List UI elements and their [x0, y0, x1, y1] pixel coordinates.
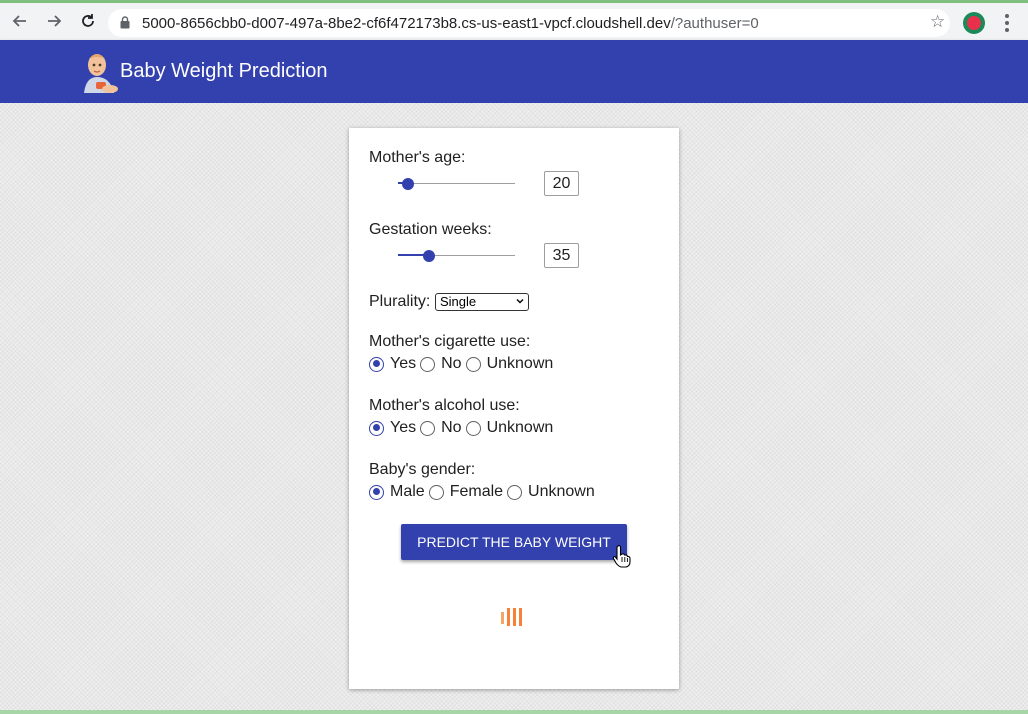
cigarette-use-radio-group: Yes No Unknown — [369, 354, 557, 374]
cigarette-option-unknown[interactable]: Unknown — [465, 355, 554, 373]
mother-age-slider[interactable] — [398, 176, 515, 192]
gender-option-unknown[interactable]: Unknown — [507, 483, 595, 501]
option-label: Male — [390, 483, 425, 500]
plurality-label: Plurality: — [369, 293, 431, 310]
app-header: Baby Weight Prediction — [0, 40, 1028, 103]
gestation-weeks-slider[interactable] — [398, 248, 515, 264]
loading-spinner-icon — [501, 608, 522, 626]
reload-icon[interactable] — [76, 9, 100, 33]
option-label: Female — [449, 483, 504, 500]
mother-age-input[interactable]: 20 — [544, 171, 579, 196]
alcohol-use-radio-group: Yes No Unknown — [369, 418, 557, 438]
plurality-select[interactable]: Single — [435, 293, 529, 311]
forward-arrow-icon[interactable] — [42, 9, 66, 33]
option-label: Yes — [390, 355, 417, 372]
option-label: Yes — [390, 419, 417, 436]
radio-unchecked-icon[interactable] — [420, 356, 436, 372]
gestation-weeks-label: Gestation weeks: — [369, 221, 492, 238]
back-arrow-icon[interactable] — [8, 9, 32, 33]
option-label: Unknown — [486, 355, 554, 372]
option-label: Unknown — [528, 483, 595, 500]
chevron-down-icon — [516, 299, 524, 304]
alcohol-option-no[interactable]: No — [420, 419, 462, 437]
baby-logo-icon — [84, 54, 118, 93]
mother-age-slider-thumb[interactable] — [402, 178, 414, 190]
radio-checked-icon[interactable] — [369, 484, 384, 500]
cigarette-option-yes[interactable]: Yes — [369, 355, 416, 373]
alcohol-option-yes[interactable]: Yes — [369, 419, 416, 437]
mother-age-label: Mother's age: — [369, 149, 466, 166]
alcohol-use-label: Mother's alcohol use: — [369, 397, 520, 414]
radio-unchecked-icon[interactable] — [465, 420, 481, 436]
gender-option-male[interactable]: Male — [369, 483, 425, 501]
baby-gender-label: Baby's gender: — [369, 461, 476, 478]
browser-toolbar: 5000-8656cbb0-d007-497a-8be2-cf6f472173b… — [0, 0, 1028, 40]
plurality-selected-value: Single — [440, 294, 477, 309]
gestation-weeks-input[interactable]: 35 — [544, 243, 579, 268]
radio-unchecked-icon[interactable] — [428, 484, 444, 500]
radio-checked-icon[interactable] — [369, 356, 384, 372]
gender-option-female[interactable]: Female — [428, 483, 504, 501]
radio-unchecked-icon[interactable] — [420, 420, 436, 436]
option-label: No — [441, 355, 462, 372]
option-label: Unknown — [486, 419, 554, 436]
radio-unchecked-icon[interactable] — [465, 356, 481, 372]
option-label: No — [441, 419, 462, 436]
url-host: 5000-8656cbb0-d007-497a-8be2-cf6f472173b… — [142, 15, 671, 32]
gestation-slider-thumb[interactable] — [423, 250, 435, 262]
hand-cursor-icon — [612, 545, 631, 568]
lock-icon — [120, 16, 130, 29]
app-title: Baby Weight Prediction — [120, 60, 328, 82]
radio-unchecked-icon[interactable] — [507, 484, 523, 500]
star-icon[interactable]: ☆ — [930, 12, 945, 32]
radio-checked-icon[interactable] — [369, 420, 384, 436]
url-text: 5000-8656cbb0-d007-497a-8be2-cf6f472173b… — [142, 15, 759, 32]
menu-icon[interactable] — [997, 11, 1017, 35]
prediction-form-card: Mother's age: 20 Gestation weeks: 35 Plu… — [349, 128, 679, 689]
cigarette-use-label: Mother's cigarette use: — [369, 333, 531, 350]
baby-gender-radio-group: Male Female Unknown — [369, 482, 599, 502]
predict-button[interactable]: PREDICT THE BABY WEIGHT — [401, 524, 627, 560]
url-path: /?authuser=0 — [670, 15, 759, 32]
window-bottom-edge — [0, 710, 1028, 714]
cigarette-option-no[interactable]: No — [420, 355, 462, 373]
address-bar[interactable]: 5000-8656cbb0-d007-497a-8be2-cf6f472173b… — [108, 9, 950, 37]
profile-icon[interactable] — [963, 12, 985, 34]
alcohol-option-unknown[interactable]: Unknown — [465, 419, 554, 437]
